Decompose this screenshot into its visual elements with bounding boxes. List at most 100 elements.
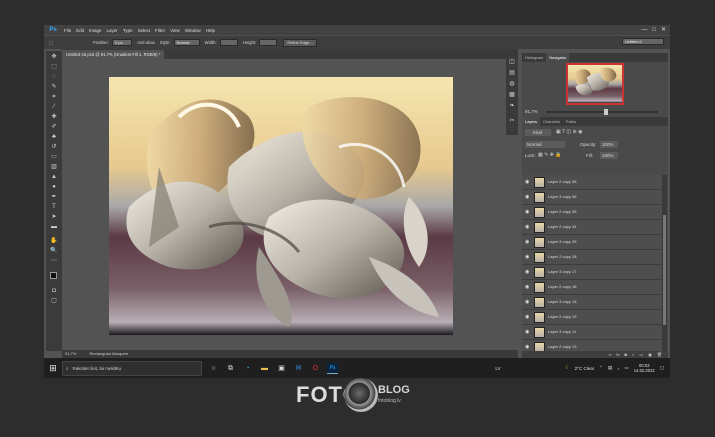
clock[interactable]: 00:03 14.02.2022 bbox=[634, 363, 655, 373]
adjustment-icon[interactable]: ◐ bbox=[632, 351, 634, 358]
foreground-color-swatch[interactable] bbox=[49, 271, 59, 280]
clone-stamp-icon[interactable]: ♣ bbox=[49, 133, 59, 142]
pen-tool-icon[interactable]: ✒ bbox=[49, 193, 59, 202]
tab-layers[interactable]: Layers bbox=[522, 117, 541, 126]
menu-type[interactable]: Type bbox=[123, 28, 133, 33]
volume-icon[interactable]: ♪ bbox=[617, 366, 619, 371]
marquee-tool-icon[interactable]: ⬚ bbox=[49, 40, 53, 46]
shape-tool-icon[interactable]: ▬ bbox=[49, 223, 59, 232]
eraser-icon[interactable]: ▭ bbox=[49, 153, 59, 162]
store-icon[interactable]: ▣ bbox=[276, 363, 287, 374]
swatches-icon[interactable]: ▦ bbox=[507, 91, 517, 100]
blur-tool-icon[interactable]: ▲ bbox=[49, 173, 59, 182]
layer-row[interactable]: ◉ Layer 2 copy 34 bbox=[522, 220, 662, 235]
taskbar-search[interactable]: ⌕ Rakstiet šeit, lai meklētu bbox=[62, 360, 202, 376]
close-icon[interactable]: ✕ bbox=[661, 26, 666, 34]
navigator-preview[interactable] bbox=[566, 63, 624, 105]
layer-row[interactable]: ◉ Layer 3 copy 25 bbox=[522, 235, 662, 250]
layer-row[interactable]: ◉ Layer 3 copy 18 bbox=[522, 295, 662, 310]
filter-icons[interactable]: ▣ T ◫ ⊕ ◉ bbox=[556, 129, 582, 136]
eye-icon[interactable]: ◉ bbox=[525, 194, 531, 200]
navigator-zoom-slider[interactable] bbox=[546, 109, 658, 115]
path-select-icon[interactable]: ➤ bbox=[49, 213, 59, 222]
gradient-tool-icon[interactable]: ▥ bbox=[49, 163, 59, 172]
battery-icon[interactable]: ▭ bbox=[625, 365, 629, 371]
layer-row[interactable]: ◉ Layer 2 copy 19 bbox=[522, 310, 662, 325]
layer-row[interactable]: ◉ Layer 3 copy 11 bbox=[522, 325, 662, 340]
eye-icon[interactable]: ◉ bbox=[525, 239, 531, 245]
layer-filter-select[interactable]: Kind bbox=[525, 129, 551, 136]
more-tools-icon[interactable]: ⋯ bbox=[49, 257, 59, 266]
menu-window[interactable]: Window bbox=[185, 28, 201, 33]
eye-icon[interactable]: ◉ bbox=[525, 314, 531, 320]
link-layers-icon[interactable]: ∞ bbox=[609, 351, 612, 358]
refine-edge-button[interactable]: Refine Edge... bbox=[283, 38, 317, 47]
layers-scrollbar[interactable] bbox=[662, 175, 667, 351]
anti-alias-checkbox[interactable]: Anti-alias bbox=[137, 40, 155, 45]
dodge-tool-icon[interactable]: ● bbox=[49, 183, 59, 192]
photoshop-taskbar-icon[interactable]: Ps bbox=[327, 362, 338, 374]
menu-select[interactable]: Select bbox=[138, 28, 151, 33]
menu-file[interactable]: File bbox=[64, 28, 71, 33]
weather-text[interactable]: 2°C Clear bbox=[575, 366, 595, 371]
eye-icon[interactable]: ◉ bbox=[525, 209, 531, 215]
explorer-icon[interactable]: ▬ bbox=[259, 363, 270, 374]
menu-filter[interactable]: Filter bbox=[155, 28, 165, 33]
notification-icon[interactable]: ▢ bbox=[660, 365, 664, 371]
slider-handle[interactable] bbox=[604, 109, 608, 115]
quick-mask-icon[interactable]: ◘ bbox=[49, 287, 59, 296]
tab-channels[interactable]: Channels bbox=[540, 117, 563, 126]
brush-tool-icon[interactable]: ✐ bbox=[49, 123, 59, 132]
eyedropper-icon[interactable]: ⁄ bbox=[49, 103, 59, 112]
type-tool-icon[interactable]: T bbox=[49, 203, 59, 212]
marquee-tool-icon[interactable]: ⬚ bbox=[49, 63, 59, 72]
tab-histogram[interactable]: Histogram bbox=[522, 53, 546, 62]
canvas-area[interactable] bbox=[62, 59, 518, 349]
tools-preset-icon[interactable]: ✂ bbox=[507, 117, 517, 126]
layer-row[interactable]: ◉ Layer 2 copy 28 bbox=[522, 250, 662, 265]
layer-row[interactable]: ◉ Layer 3 copy 17 bbox=[522, 265, 662, 280]
navigator-zoom[interactable]: 91,7% bbox=[525, 109, 538, 114]
height-input[interactable] bbox=[259, 39, 278, 46]
menu-edit[interactable]: Edit bbox=[76, 28, 84, 33]
layer-row[interactable]: ◉ Layer 2 copy 18 bbox=[522, 280, 662, 295]
zoom-readout[interactable]: 91,7% bbox=[65, 351, 76, 356]
layer-row[interactable]: ◉ Layer 3 copy 36 bbox=[522, 190, 662, 205]
menu-help[interactable]: Help bbox=[206, 28, 215, 33]
fill-input[interactable]: 100% bbox=[600, 152, 618, 159]
hand-tool-icon[interactable]: ✋ bbox=[49, 237, 59, 246]
network-icon[interactable]: ▤ bbox=[608, 365, 612, 371]
eye-icon[interactable]: ◉ bbox=[525, 254, 531, 260]
brush-preset-icon[interactable]: ❧ bbox=[507, 102, 517, 111]
eye-icon[interactable]: ◉ bbox=[525, 224, 531, 230]
canvas-image[interactable] bbox=[109, 77, 453, 335]
menu-image[interactable]: Image bbox=[89, 28, 102, 33]
scrollbar-thumb[interactable] bbox=[663, 215, 666, 325]
tab-paths[interactable]: Paths bbox=[563, 117, 579, 126]
quick-select-icon[interactable]: ✎ bbox=[49, 83, 59, 92]
new-layer-icon[interactable]: ▣ bbox=[648, 351, 652, 358]
eye-icon[interactable]: ◉ bbox=[525, 179, 531, 185]
menu-view[interactable]: View bbox=[170, 28, 180, 33]
zoom-tool-icon[interactable]: 🔍 bbox=[49, 247, 59, 256]
blend-mode-select[interactable]: Normal bbox=[525, 141, 565, 148]
layer-row[interactable]: ◉ Layer 2 copy 35 bbox=[522, 205, 662, 220]
lock-icons[interactable]: ▦ ✎ ✥ 🔒 bbox=[538, 152, 562, 158]
history-brush-icon[interactable]: ↺ bbox=[49, 143, 59, 152]
minimize-icon[interactable]: — bbox=[641, 26, 647, 34]
group-icon[interactable]: ▭ bbox=[639, 351, 643, 358]
document-tab[interactable]: Untitled-16.psd @ 91,7% (Gradient Fill 1… bbox=[62, 50, 165, 59]
task-view-icon[interactable]: ⧉ bbox=[225, 363, 236, 374]
eye-icon[interactable]: ◉ bbox=[525, 299, 531, 305]
healing-brush-icon[interactable]: ✚ bbox=[49, 113, 59, 122]
layer-row[interactable]: ◉ Layer 2 copy 36 bbox=[522, 175, 662, 190]
width-input[interactable] bbox=[219, 39, 238, 46]
trash-icon[interactable]: 🗑 bbox=[657, 351, 662, 358]
eye-icon[interactable]: ◉ bbox=[525, 269, 531, 275]
mail-icon[interactable]: ✉ bbox=[293, 363, 304, 374]
tray-up-icon[interactable]: ⌃ bbox=[599, 365, 603, 371]
eye-icon[interactable]: ◉ bbox=[525, 284, 531, 290]
tab-navigator[interactable]: Navigator bbox=[546, 53, 570, 62]
feather-input[interactable]: 0 px bbox=[112, 39, 133, 46]
screen-mode-icon[interactable]: ▢ bbox=[49, 297, 59, 306]
